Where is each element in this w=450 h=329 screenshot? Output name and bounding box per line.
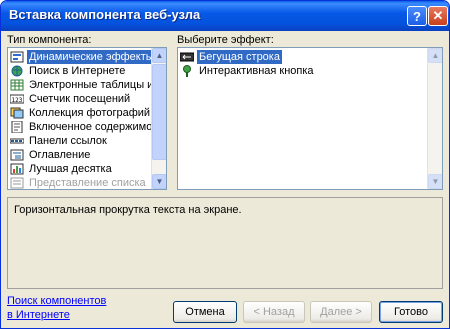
marquee-icon <box>179 51 195 63</box>
dialog-window: Вставка компонента веб-узла ? ✕ Тип комп… <box>0 0 450 329</box>
effect-list-scrollbar[interactable]: ▲ ▼ <box>427 48 442 189</box>
spreadsheet-icon <box>10 79 24 91</box>
search-components-link-line1[interactable]: Поиск компонентов <box>7 295 106 307</box>
component-type-label: Тип компонента: <box>7 34 92 46</box>
search-components-link-line2[interactable]: в Интернете <box>7 309 70 321</box>
photo-gallery-icon <box>10 107 24 119</box>
list-item-label: Оглавление <box>29 149 91 161</box>
list-item-marquee[interactable]: Бегущая строка <box>179 50 282 64</box>
list-item-label: Бегущая строка <box>197 50 282 64</box>
help-button[interactable]: ? <box>407 6 427 26</box>
list-item-dynamic-effects[interactable]: Динамические эффекты <box>10 50 156 64</box>
list-item-table-of-contents[interactable]: Оглавление <box>10 148 92 162</box>
finish-button[interactable]: Готово <box>379 301 443 323</box>
list-item-hit-counter[interactable]: 123 Счетчик посещений <box>9 92 132 106</box>
list-item-spreadsheets[interactable]: Электронные таблицы и ди <box>10 78 167 92</box>
list-item-label: Интерактивная кнопка <box>199 65 314 77</box>
close-button[interactable]: ✕ <box>428 6 448 26</box>
list-item-label: Включенное содержимое <box>29 121 159 133</box>
cancel-button[interactable]: Отмена <box>173 301 237 323</box>
effect-label: Выберите эффект: <box>177 34 274 46</box>
scroll-thumb[interactable] <box>152 64 166 160</box>
list-item-top-ten[interactable]: Лучшая десятка <box>10 162 114 176</box>
scroll-up-button[interactable]: ▲ <box>152 48 166 63</box>
list-item-list-view[interactable]: Представление списка <box>10 176 148 189</box>
list-item-label: Панели ссылок <box>29 135 107 147</box>
scroll-up-button[interactable]: ▲ <box>428 48 442 63</box>
back-button[interactable]: < Назад <box>243 301 305 323</box>
title-bar[interactable]: Вставка компонента веб-узла ? ✕ <box>1 1 449 31</box>
list-item-label: Лучшая десятка <box>29 163 112 175</box>
list-item-label: Динамические эффекты <box>27 50 156 64</box>
list-item-label: Счетчик посещений <box>29 93 131 105</box>
component-list-scrollbar[interactable]: ▲ ▼ <box>151 48 166 189</box>
dynamic-effects-icon <box>10 51 24 63</box>
list-item-link-bars[interactable]: Панели ссылок <box>9 134 109 148</box>
included-content-icon <box>10 120 24 134</box>
svg-text:123: 123 <box>12 97 23 104</box>
next-button[interactable]: Далее > <box>310 301 372 323</box>
list-item-included-content[interactable]: Включенное содержимое <box>10 120 160 134</box>
effect-list[interactable]: Бегущая строка Интерактивная кнопка ▲ ▼ <box>177 47 443 190</box>
component-type-list[interactable]: Динамические эффекты Поиск в Интернете Э… <box>7 47 167 190</box>
scroll-down-button[interactable]: ▼ <box>152 174 166 189</box>
table-of-contents-icon <box>10 149 24 161</box>
list-item-label: Представление списка <box>29 177 146 189</box>
scroll-down-button[interactable]: ▼ <box>428 174 442 189</box>
list-view-icon <box>10 177 24 189</box>
description-panel: Горизонтальная прокрутка текста на экран… <box>7 197 443 289</box>
interactive-button-icon <box>180 65 194 77</box>
list-item-interactive-button[interactable]: Интерактивная кнопка <box>180 64 316 78</box>
list-item-label: Поиск в Интернете <box>29 65 126 77</box>
top-ten-icon <box>10 163 24 175</box>
hit-counter-icon: 123 <box>9 93 25 105</box>
link-bar-icon <box>9 135 25 147</box>
list-item-label: Электронные таблицы и ди <box>29 79 167 91</box>
window-title: Вставка компонента веб-узла <box>9 7 201 22</box>
description-text: Горизонтальная прокрутка текста на экран… <box>14 204 242 216</box>
list-item-photo-gallery[interactable]: Коллекция фотографий <box>10 106 152 120</box>
web-search-icon <box>10 65 24 77</box>
list-item-web-search[interactable]: Поиск в Интернете <box>10 64 127 78</box>
list-item-label: Коллекция фотографий <box>29 107 151 119</box>
